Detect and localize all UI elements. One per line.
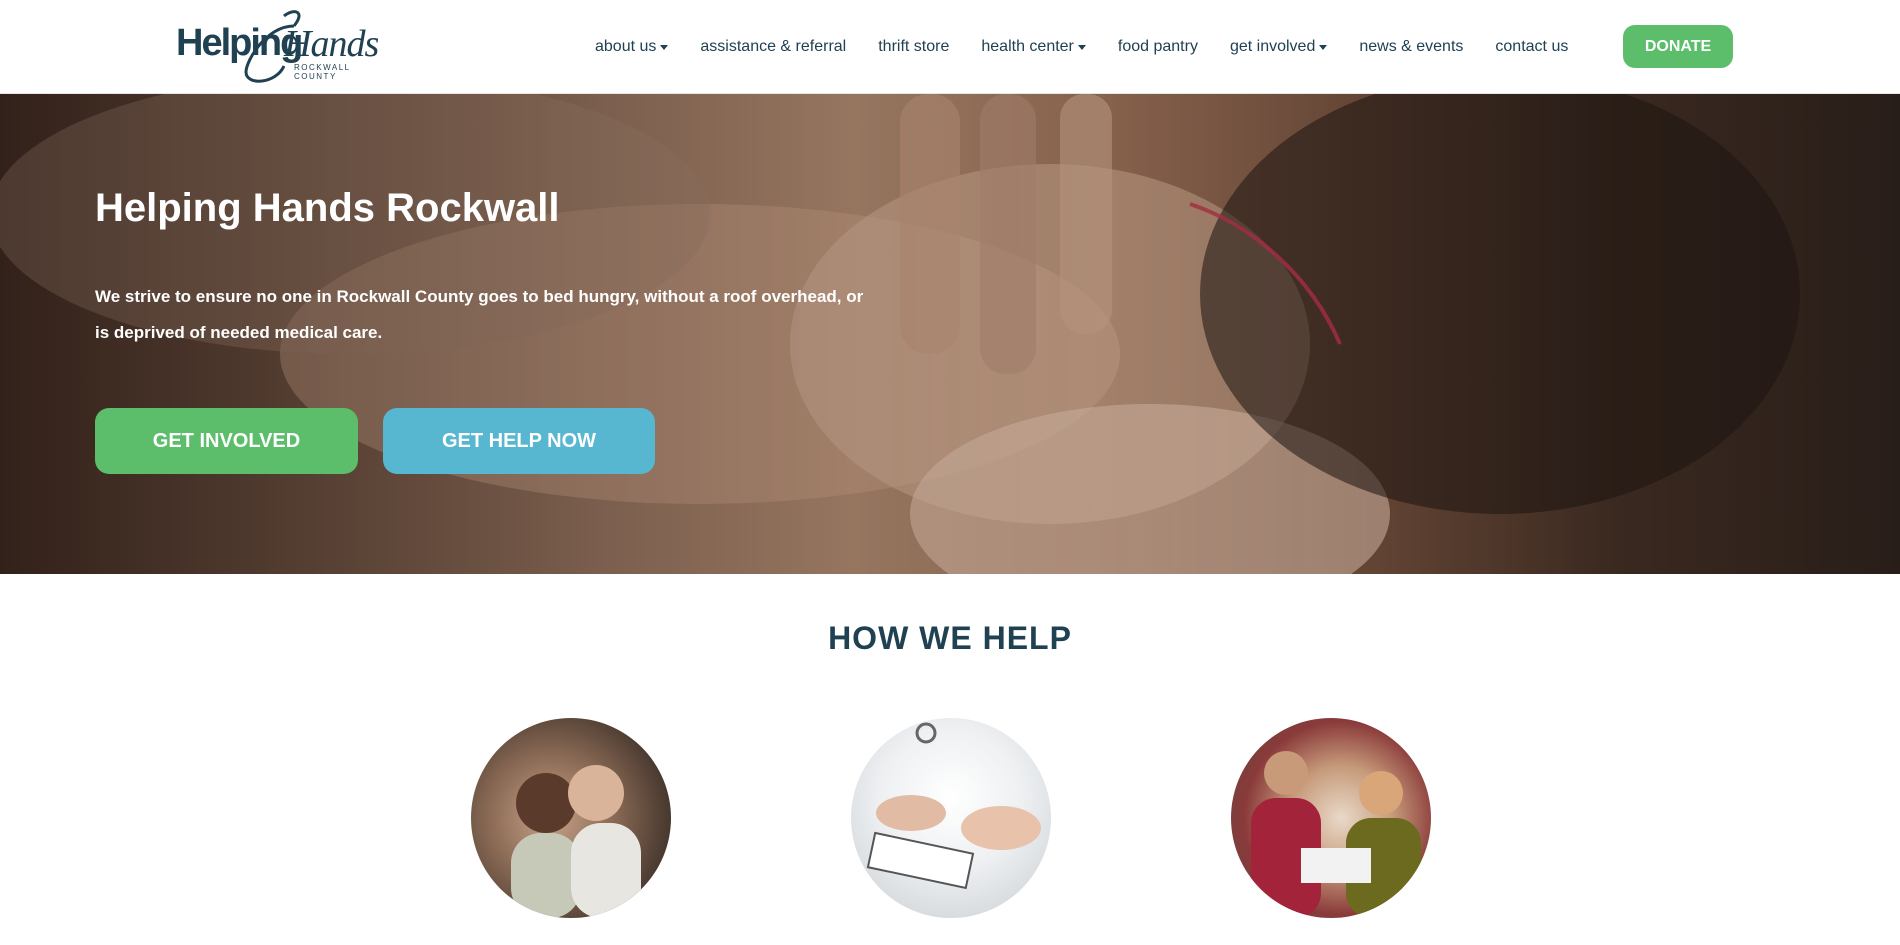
donate-button[interactable]: DONATE — [1623, 25, 1733, 68]
logo-subtitle: ROCKWALL COUNTY — [294, 63, 351, 81]
nav-item-label: get involved — [1229, 38, 1316, 55]
hero-title: Helping Hands Rockwall — [95, 186, 560, 230]
nav-item-contact-us[interactable]: contact us — [1495, 38, 1568, 56]
get-involved-button[interactable]: GET INVOLVED — [95, 408, 358, 474]
volunteers-illustration — [1251, 751, 1421, 918]
children-illustration — [511, 765, 641, 918]
nav-item-label: about us — [595, 38, 657, 55]
nav-item-assistance-referral[interactable]: assistance & referral — [700, 38, 846, 56]
food-pantry-image[interactable] — [1231, 718, 1431, 918]
hero-banner: Helping Hands Rockwall We strive to ensu… — [0, 94, 1900, 574]
nav-item-label: contact us — [1495, 38, 1569, 55]
caret-down-icon — [1077, 45, 1086, 50]
nav-item-label: food pantry — [1117, 38, 1198, 55]
doctor-illustration — [866, 722, 1041, 890]
nav-item-label: thrift store — [878, 38, 950, 55]
site-header: Helping Hands ROCKWALL COUNTY about us a… — [0, 0, 1900, 94]
nav-item-get-involved[interactable]: get involved — [1229, 38, 1328, 56]
medical-care-image[interactable] — [851, 718, 1051, 918]
how-we-help-title: HOW WE HELP — [828, 620, 1072, 656]
caret-down-icon — [660, 45, 669, 50]
nav-item-health-center[interactable]: health center — [981, 38, 1086, 56]
nav-item-label: health center — [981, 38, 1074, 55]
children-image[interactable] — [471, 718, 671, 918]
main-nav: about us assistance & referral thrift st… — [595, 0, 1600, 94]
nav-item-label: news & events — [1359, 38, 1464, 55]
logo[interactable]: Helping Hands ROCKWALL COUNTY — [176, 6, 380, 86]
logo-word-hands: Hands — [284, 23, 379, 65]
nav-item-label: assistance & referral — [700, 38, 847, 55]
caret-down-icon — [1319, 45, 1328, 50]
hero-description: We strive to ensure no one in Rockwall C… — [95, 287, 864, 342]
logo-word-helping: Helping — [176, 22, 303, 64]
nav-item-news-events[interactable]: news & events — [1359, 38, 1463, 56]
nav-item-about-us[interactable]: about us — [595, 38, 669, 56]
nav-item-food-pantry[interactable]: food pantry — [1118, 38, 1198, 56]
nav-item-thrift-store[interactable]: thrift store — [878, 38, 949, 56]
get-help-now-button[interactable]: GET HELP NOW — [383, 408, 655, 474]
